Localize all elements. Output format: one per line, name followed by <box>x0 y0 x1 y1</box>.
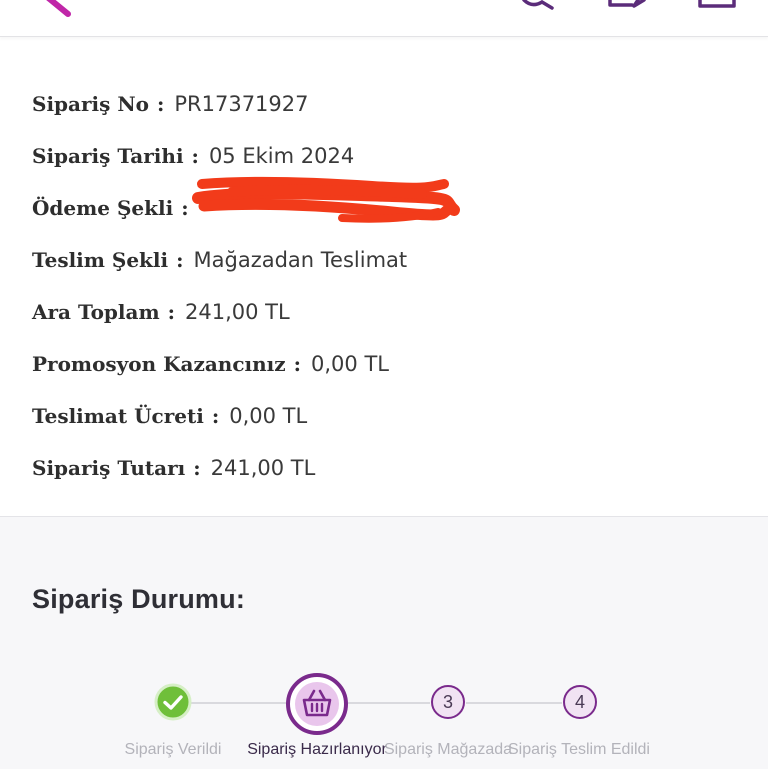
app-header <box>0 0 768 37</box>
step-number-3: 3 <box>442 692 453 712</box>
detail-separator: : <box>176 248 184 272</box>
step-label-delivered: Sipariş Teslim Edildi <box>508 741 650 758</box>
detail-value: PR17371927 <box>174 92 309 116</box>
back-icon[interactable] <box>40 0 80 20</box>
detail-value: 0,00 TL <box>229 404 308 428</box>
detail-label: Sipariş Tarihi <box>32 144 184 168</box>
detail-label: Ödeme Şekli <box>32 196 174 220</box>
detail-delivery-method: Teslim Şekli : Mağazadan Teslimat <box>32 234 732 286</box>
cart-icon[interactable] <box>698 0 742 12</box>
detail-separator: : <box>191 144 199 168</box>
detail-promotion: Promosyon Kazancınız : 0,00 TL <box>32 338 732 390</box>
step-active-basket-icon <box>286 673 348 735</box>
redaction-scribble <box>192 176 460 223</box>
step-label-placed: Sipariş Verildi <box>124 741 222 758</box>
detail-label: Ara Toplam <box>32 300 160 324</box>
detail-value: 05 Ekim 2024 <box>208 144 355 168</box>
detail-delivery-fee: Teslimat Ücreti : 0,00 TL <box>32 390 732 442</box>
step-connector <box>466 702 562 704</box>
detail-order-number: Sipariş No : PR17371927 <box>32 78 732 130</box>
detail-value: 241,00 TL <box>185 300 290 324</box>
detail-subtotal: Ara Toplam : 241,00 TL <box>32 286 732 338</box>
detail-label: Sipariş No <box>32 92 149 116</box>
edit-icon[interactable] <box>606 0 650 12</box>
detail-label: Sipariş Tutarı <box>32 456 186 480</box>
detail-label: Teslimat Ücreti <box>32 404 204 428</box>
detail-separator: : <box>156 92 165 116</box>
step-connector <box>348 702 430 704</box>
detail-value: Mağazadan Teslimat <box>193 248 408 272</box>
detail-separator: : <box>293 352 302 376</box>
detail-value: 0,00 TL <box>311 352 389 376</box>
detail-value: 241,00 TL <box>210 456 316 480</box>
detail-separator: : <box>167 300 175 324</box>
step-number-4: 4 <box>574 692 585 712</box>
status-title: Sipariş Durumu: <box>32 584 246 614</box>
step-connector <box>190 702 286 704</box>
order-status-section <box>0 516 768 769</box>
detail-separator: : <box>193 456 201 480</box>
step-done-check-icon <box>154 683 192 721</box>
search-icon[interactable] <box>522 0 556 12</box>
detail-label: Promosyon Kazancınız <box>32 352 286 376</box>
detail-separator: : <box>181 196 189 220</box>
detail-separator: : <box>211 404 220 428</box>
detail-order-date: Sipariş Tarihi : 05 Ekim 2024 <box>32 130 732 182</box>
detail-label: Teslim Şekli <box>32 248 169 272</box>
detail-order-total: Sipariş Tutarı : 241,00 TL <box>32 442 732 494</box>
order-details: Sipariş No : PR17371927 Sipariş Tarihi :… <box>32 78 732 494</box>
